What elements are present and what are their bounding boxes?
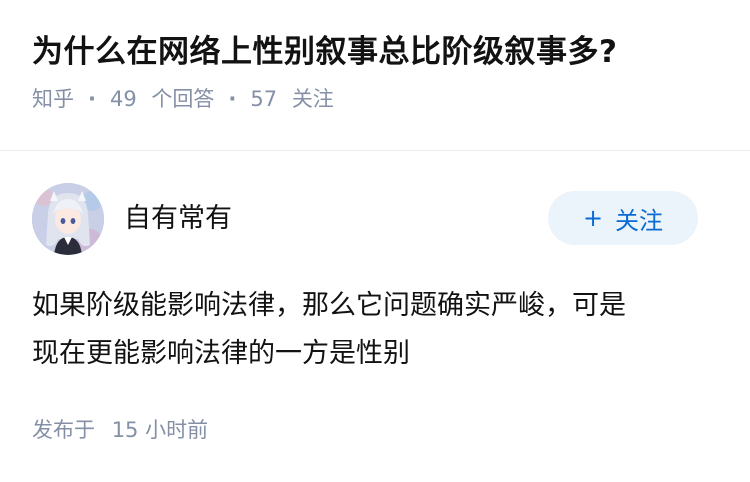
follow-button-label: 关注: [615, 206, 664, 235]
avatar[interactable]: [32, 183, 104, 255]
answer-page: 为什么在网络上性别叙事总比阶级叙事多? 知乎 · 49 个回答 · 57 关注: [0, 0, 750, 482]
timestamp-prefix: 发布于: [32, 418, 95, 442]
author-row: 自有常有 + 关注: [0, 151, 750, 286]
followers-count[interactable]: 57 关注: [250, 84, 333, 114]
answers-count-label: 个回答: [151, 87, 215, 111]
timestamp-value: 15 小时前: [111, 418, 209, 442]
answer-content-line: 现在更能影响法律的一方是性别: [32, 338, 410, 369]
question-title[interactable]: 为什么在网络上性别叙事总比阶级叙事多?: [32, 30, 718, 74]
meta-separator: ·: [88, 87, 96, 111]
author-name[interactable]: 自有常有: [124, 201, 232, 237]
followers-count-label: 关注: [291, 87, 334, 111]
answer-content-line: 如果阶级能影响法律，那么它问题确实严峻，可是: [32, 290, 626, 321]
anime-girl-avatar-icon: [32, 183, 104, 255]
source-label[interactable]: 知乎: [32, 84, 74, 114]
question-meta: 知乎 · 49 个回答 · 57 关注: [32, 84, 718, 114]
followers-count-number: 57: [250, 87, 278, 111]
follow-button[interactable]: + 关注: [548, 191, 698, 245]
meta-separator: ·: [228, 87, 237, 111]
plus-icon: +: [582, 204, 604, 232]
answers-count-number: 49: [109, 87, 137, 111]
answer-timestamp: 发布于 15 小时前: [32, 415, 208, 445]
question-header: 为什么在网络上性别叙事总比阶级叙事多? 知乎 · 49 个回答 · 57 关注: [0, 0, 750, 120]
answer-content[interactable]: 如果阶级能影响法律，那么它问题确实严峻，可是 现在更能影响法律的一方是性别: [32, 282, 712, 378]
answers-count[interactable]: 49 个回答: [110, 84, 214, 114]
answer-card: 自有常有 + 关注 如果阶级能影响法律，那么它问题确实严峻，可是 现在更能影响法…: [0, 151, 750, 442]
